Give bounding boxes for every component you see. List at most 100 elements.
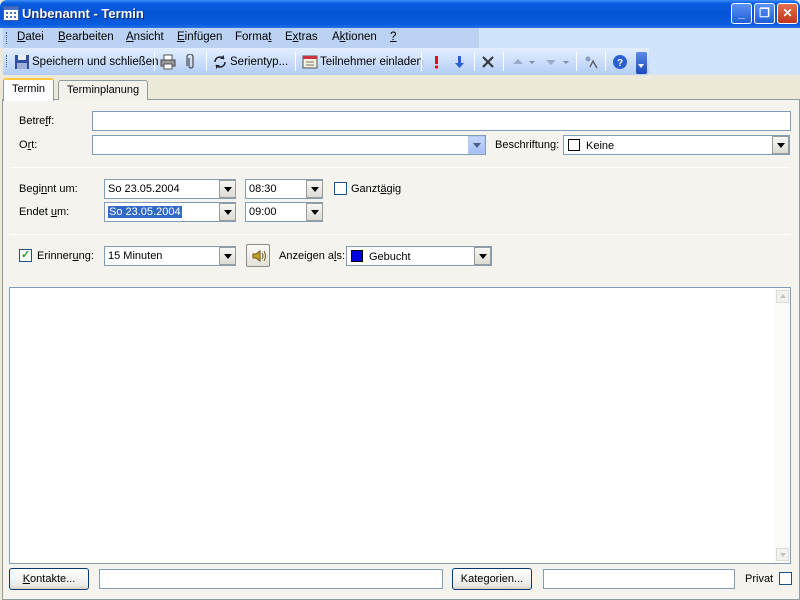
maximize-button[interactable]: ❐ (754, 3, 775, 24)
tab-label: Termin (12, 83, 46, 95)
location-dropdown-button[interactable] (468, 136, 485, 154)
help-icon: ? (612, 54, 628, 70)
print-button[interactable] (160, 52, 178, 72)
start-date-dropdown[interactable] (219, 180, 236, 198)
categories-button[interactable]: Kategorien... (452, 568, 532, 590)
minimize-button[interactable]: _ (731, 3, 752, 24)
contacts-button[interactable]: Kontakte... (9, 568, 89, 590)
end-time-dropdown[interactable] (306, 203, 323, 221)
recurrence-label: Serientyp... (230, 56, 289, 68)
speaker-icon (251, 248, 267, 267)
showas-color-swatch (351, 250, 363, 262)
save-icon (14, 54, 30, 70)
tab-termin[interactable]: Termin (3, 78, 55, 101)
toolbar-separator (421, 52, 422, 71)
contacts-input[interactable] (99, 569, 443, 589)
recurrence-icon (212, 54, 228, 70)
allday-checkbox[interactable] (334, 182, 347, 195)
toolbar-grip-icon[interactable] (6, 55, 9, 67)
invite-attendees-button[interactable]: Teilnehmer einladen (302, 52, 423, 72)
reminder-sound-button[interactable] (246, 244, 270, 267)
save-close-button[interactable]: Speichern und schließen (14, 52, 159, 72)
subject-label: Betreff: (19, 115, 55, 127)
menu-einfuegen[interactable]: Einfügen (177, 31, 222, 43)
chevron-down-icon (638, 64, 644, 68)
recurrence-button[interactable]: Serientyp... (212, 52, 288, 72)
toolbar-options-button[interactable] (636, 52, 647, 74)
menu-aktionen[interactable]: Aktionen (332, 31, 377, 43)
label-dropdown-button[interactable] (772, 136, 789, 154)
toolbar-separator (154, 52, 155, 71)
subject-input[interactable] (92, 111, 791, 131)
arrow-down-disabled-icon (543, 54, 559, 70)
label-select-value: Keine (586, 140, 615, 152)
reminder-select[interactable]: 15 Minuten (104, 246, 236, 266)
next-item-button[interactable] (543, 52, 561, 72)
address-check-button[interactable] (583, 52, 601, 72)
chevron-up-icon (780, 294, 786, 298)
menu-help[interactable]: ? (390, 31, 396, 43)
reminder-label: Erinnerung: (37, 250, 94, 262)
start-time-dropdown[interactable] (306, 180, 323, 198)
next-dropdown[interactable] (562, 52, 572, 72)
high-importance-button[interactable] (428, 52, 446, 72)
minimize-icon: _ (738, 6, 745, 20)
invite-attendees-label: Teilnehmer einladen (320, 56, 423, 68)
low-importance-button[interactable] (451, 52, 469, 72)
close-icon: ✕ (782, 6, 793, 20)
label-field-label: Beschriftung: (495, 139, 560, 151)
notes-scrollbar[interactable] (774, 288, 790, 563)
reminder-dropdown[interactable] (219, 247, 236, 265)
chevron-down-icon (562, 54, 570, 70)
toolbar-separator (474, 52, 475, 71)
end-date-selected-text: So 23.05.2004 (108, 206, 182, 218)
start-date-input[interactable]: So 23.05.2004 (104, 179, 236, 199)
menu-grip-icon[interactable] (6, 32, 9, 44)
divider (10, 167, 790, 168)
label-select[interactable]: Keine (563, 135, 790, 155)
help-button[interactable]: ? (612, 52, 630, 72)
paperclip-icon (183, 53, 199, 70)
end-date-dropdown[interactable] (219, 203, 236, 221)
categories-input[interactable] (543, 569, 735, 589)
title-bar[interactable]: Unbenannt - Termin _ ❐ ✕ (0, 0, 800, 28)
showas-select[interactable]: Gebucht (346, 246, 492, 266)
chevron-down-icon (780, 553, 786, 557)
notes-textarea[interactable] (9, 287, 791, 564)
end-date-input[interactable]: So 23.05.2004 (104, 202, 236, 222)
window-title: Unbenannt - Termin (22, 6, 144, 21)
label-color-swatch (568, 139, 580, 151)
menu-extras[interactable]: Extras (285, 31, 318, 43)
start-label: Beginnt um: (19, 183, 78, 195)
svg-text:?: ? (617, 58, 623, 69)
showas-select-value: Gebucht (369, 251, 411, 263)
menu-bearbeiten[interactable]: Bearbeiten (58, 31, 114, 43)
calendar-icon (3, 6, 19, 21)
address-book-icon (302, 54, 318, 70)
previous-item-button[interactable] (510, 52, 528, 72)
reminder-checkbox[interactable] (19, 248, 32, 262)
attach-button[interactable] (183, 52, 201, 72)
previous-dropdown[interactable] (528, 52, 538, 72)
tab-terminplanung[interactable]: Terminplanung (58, 80, 149, 100)
delete-button[interactable] (480, 52, 498, 72)
toolbar-separator (295, 52, 296, 71)
menu-datei[interactable]: Datei (17, 31, 44, 43)
showas-dropdown[interactable] (474, 247, 491, 265)
allday-label: Ganztägig (351, 183, 402, 195)
menu-ansicht[interactable]: Ansicht (126, 31, 164, 43)
location-label: Ort: (19, 139, 38, 151)
showas-label: Anzeigen als: (279, 250, 346, 262)
chevron-down-icon (528, 54, 536, 70)
private-checkbox[interactable] (779, 572, 792, 585)
toolbar-separator (576, 52, 577, 71)
toolbar-empty-area (649, 48, 800, 75)
scroll-down-button[interactable] (776, 548, 789, 561)
tab-label: Terminplanung (67, 84, 140, 96)
location-input[interactable] (92, 135, 486, 155)
close-button[interactable]: ✕ (777, 3, 798, 24)
menu-format[interactable]: Format (235, 31, 271, 43)
toolbar-separator (206, 52, 207, 71)
printer-icon (160, 54, 176, 70)
scroll-up-button[interactable] (776, 290, 789, 303)
